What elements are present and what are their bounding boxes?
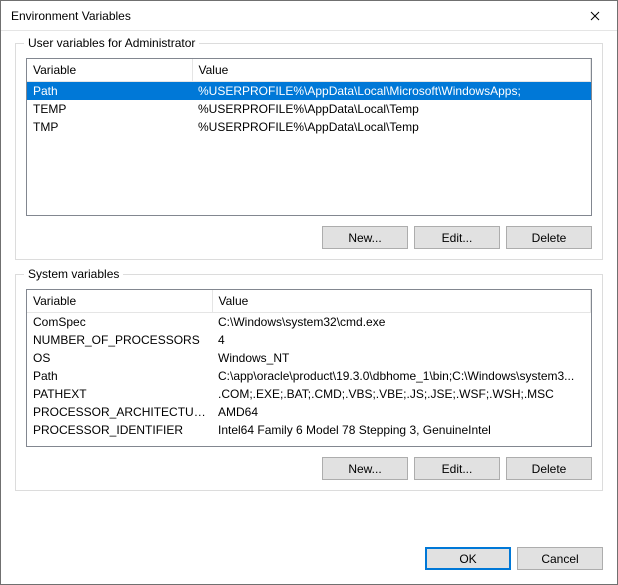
table-row[interactable]: ComSpec C:\Windows\system32\cmd.exe: [27, 313, 591, 332]
titlebar: Environment Variables: [1, 1, 617, 31]
cell-value: %USERPROFILE%\AppData\Local\Microsoft\Wi…: [192, 82, 591, 101]
cell-variable: PROCESSOR_ARCHITECTURE: [27, 403, 212, 421]
cell-value: Intel64 Family 6 Model 78 Stepping 3, Ge…: [212, 421, 591, 439]
cell-value: AMD64: [212, 403, 591, 421]
cell-variable: ComSpec: [27, 313, 212, 332]
ok-button[interactable]: OK: [425, 547, 511, 570]
system-variables-group: System variables Variable Value ComSpec: [15, 274, 603, 491]
cell-value: %USERPROFILE%\AppData\Local\Temp: [192, 100, 591, 118]
cell-variable: TMP: [27, 118, 192, 136]
cell-value: .COM;.EXE;.BAT;.CMD;.VBS;.VBE;.JS;.JSE;.…: [212, 385, 591, 403]
close-button[interactable]: [572, 1, 617, 31]
cell-variable: TEMP: [27, 100, 192, 118]
window-title: Environment Variables: [11, 9, 572, 23]
cell-value: C:\Windows\system32\cmd.exe: [212, 313, 591, 332]
user-variables-table-wrapper: Variable Value Path %USERPROFILE%\AppDat…: [26, 58, 592, 216]
table-row[interactable]: NUMBER_OF_PROCESSORS 4: [27, 331, 591, 349]
cell-variable: PROCESSOR_IDENTIFIER: [27, 421, 212, 439]
table-row[interactable]: OS Windows_NT: [27, 349, 591, 367]
cell-variable: NUMBER_OF_PROCESSORS: [27, 331, 212, 349]
table-row[interactable]: TMP %USERPROFILE%\AppData\Local\Temp: [27, 118, 591, 136]
system-col-value[interactable]: Value: [212, 290, 591, 313]
environment-variables-dialog: Environment Variables User variables for…: [0, 0, 618, 585]
cell-value: %USERPROFILE%\AppData\Local\Temp: [192, 118, 591, 136]
system-variables-title: System variables: [24, 267, 123, 281]
system-edit-button[interactable]: Edit...: [414, 457, 500, 480]
table-row[interactable]: TEMP %USERPROFILE%\AppData\Local\Temp: [27, 100, 591, 118]
system-new-button[interactable]: New...: [322, 457, 408, 480]
system-col-variable[interactable]: Variable: [27, 290, 212, 313]
user-variables-title: User variables for Administrator: [24, 36, 199, 50]
table-row[interactable]: PROCESSOR_ARCHITECTURE AMD64: [27, 403, 591, 421]
system-variables-table-wrapper: Variable Value ComSpec C:\Windows\system…: [26, 289, 592, 447]
user-buttons-row: New... Edit... Delete: [26, 226, 592, 249]
close-icon: [590, 11, 600, 21]
cell-value: Windows_NT: [212, 349, 591, 367]
table-row[interactable]: PATHEXT .COM;.EXE;.BAT;.CMD;.VBS;.VBE;.J…: [27, 385, 591, 403]
cancel-button[interactable]: Cancel: [517, 547, 603, 570]
system-variables-table: Variable Value ComSpec C:\Windows\system…: [27, 290, 591, 439]
cell-value: 4: [212, 331, 591, 349]
user-variables-scroll[interactable]: Variable Value Path %USERPROFILE%\AppDat…: [27, 59, 591, 215]
table-row[interactable]: Path C:\app\oracle\product\19.3.0\dbhome…: [27, 367, 591, 385]
user-delete-button[interactable]: Delete: [506, 226, 592, 249]
user-variables-group: User variables for Administrator Variabl…: [15, 43, 603, 260]
cell-value: C:\app\oracle\product\19.3.0\dbhome_1\bi…: [212, 367, 591, 385]
system-buttons-row: New... Edit... Delete: [26, 457, 592, 480]
table-row[interactable]: Path %USERPROFILE%\AppData\Local\Microso…: [27, 82, 591, 101]
user-edit-button[interactable]: Edit...: [414, 226, 500, 249]
cell-variable: PATHEXT: [27, 385, 212, 403]
content-area: User variables for Administrator Variabl…: [1, 31, 617, 547]
cell-variable: OS: [27, 349, 212, 367]
system-variables-scroll[interactable]: Variable Value ComSpec C:\Windows\system…: [27, 290, 591, 446]
user-col-variable[interactable]: Variable: [27, 59, 192, 82]
table-row[interactable]: PROCESSOR_IDENTIFIER Intel64 Family 6 Mo…: [27, 421, 591, 439]
user-new-button[interactable]: New...: [322, 226, 408, 249]
dialog-buttons-row: OK Cancel: [1, 547, 617, 584]
user-variables-table: Variable Value Path %USERPROFILE%\AppDat…: [27, 59, 591, 136]
cell-variable: Path: [27, 82, 192, 101]
user-col-value[interactable]: Value: [192, 59, 591, 82]
cell-variable: Path: [27, 367, 212, 385]
system-delete-button[interactable]: Delete: [506, 457, 592, 480]
